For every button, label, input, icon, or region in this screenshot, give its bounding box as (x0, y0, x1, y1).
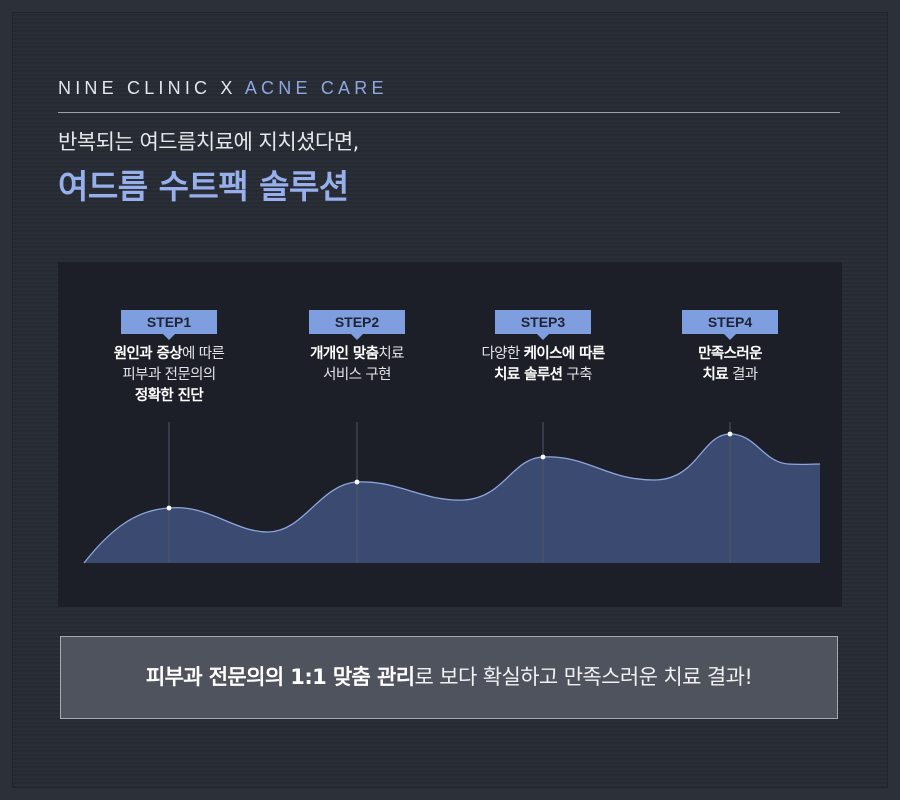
step-line: 정확한 진단 (89, 386, 249, 407)
step2-dot (354, 479, 360, 485)
step-text-bold: 개개인 맞춤 (310, 346, 379, 362)
brand-line: NINE CLINIC X ACNE CARE (58, 78, 388, 99)
step-text-bold: 치료 솔루션 (494, 367, 563, 383)
step-text-bold: 정확한 진단 (134, 388, 204, 404)
step-line: 치료 결과 (650, 365, 810, 386)
step-text-bold: 만족스러운 (698, 346, 762, 362)
step3-dot (540, 454, 546, 460)
banner-text-bold: 피부과 전문의의 1:1 맞춤 관리 (145, 665, 415, 689)
step-text: 피부과 전문의의 (122, 367, 216, 383)
step-badge: STEP3 (495, 310, 591, 340)
step-1: STEP1 원인과 증상에 따른 피부과 전문의의 정확한 진단 (89, 310, 249, 407)
step-line: 피부과 전문의의 (89, 365, 249, 386)
step-text: 결과 (727, 367, 758, 383)
step-3: STEP3 다양한 케이스에 따른 치료 솔루션 구축 (463, 310, 623, 386)
step-text-bold: 원인과 증상 (113, 346, 183, 362)
summary-banner: 피부과 전문의의 1:1 맞춤 관리로 보다 확실하고 만족스러운 치료 결과! (60, 636, 838, 719)
step4-dot (727, 431, 733, 437)
step-text: 서비스 구현 (323, 367, 391, 383)
step-description: 만족스러운 치료 결과 (650, 344, 810, 386)
subtitle: 반복되는 여드름치료에 지치셨다면, (58, 130, 359, 154)
step-text-bold: 케이스에 따른 (523, 346, 605, 362)
header-divider (58, 112, 840, 113)
wave-area (84, 434, 820, 563)
step-text: 에 따른 (181, 346, 225, 362)
banner-text: 로 보다 확실하고 만족스러운 치료 결과! (414, 665, 753, 689)
step-text: 치료 (378, 346, 404, 362)
brand-main: NINE CLINIC X (58, 78, 237, 98)
step-description: 다양한 케이스에 따른 치료 솔루션 구축 (463, 344, 623, 386)
step-description: 개개인 맞춤치료 서비스 구현 (277, 344, 437, 386)
step-line: 원인과 증상에 따른 (89, 344, 249, 365)
step-4: STEP4 만족스러운 치료 결과 (650, 310, 810, 386)
step-line: 치료 솔루션 구축 (463, 365, 623, 386)
step-text: 다양한 (481, 346, 524, 362)
step-text-bold: 치료 (702, 367, 729, 383)
steps-panel: STEP1 원인과 증상에 따른 피부과 전문의의 정확한 진단 STEP2 개… (58, 262, 842, 607)
step-text: 구축 (562, 367, 592, 383)
step-line: 다양한 케이스에 따른 (463, 344, 623, 365)
step-badge: STEP2 (309, 310, 405, 340)
page-title: 여드름 수트팩 솔루션 (58, 167, 349, 206)
step-description: 원인과 증상에 따른 피부과 전문의의 정확한 진단 (89, 344, 249, 407)
step-2: STEP2 개개인 맞춤치료 서비스 구현 (277, 310, 437, 386)
step-badge: STEP1 (121, 310, 217, 340)
step1-dot (166, 505, 172, 511)
step-line: 서비스 구현 (277, 365, 437, 386)
step-line: 개개인 맞춤치료 (277, 344, 437, 365)
step-line: 만족스러운 (650, 344, 810, 365)
brand-accent: ACNE CARE (244, 78, 388, 98)
step-badge: STEP4 (682, 310, 778, 340)
